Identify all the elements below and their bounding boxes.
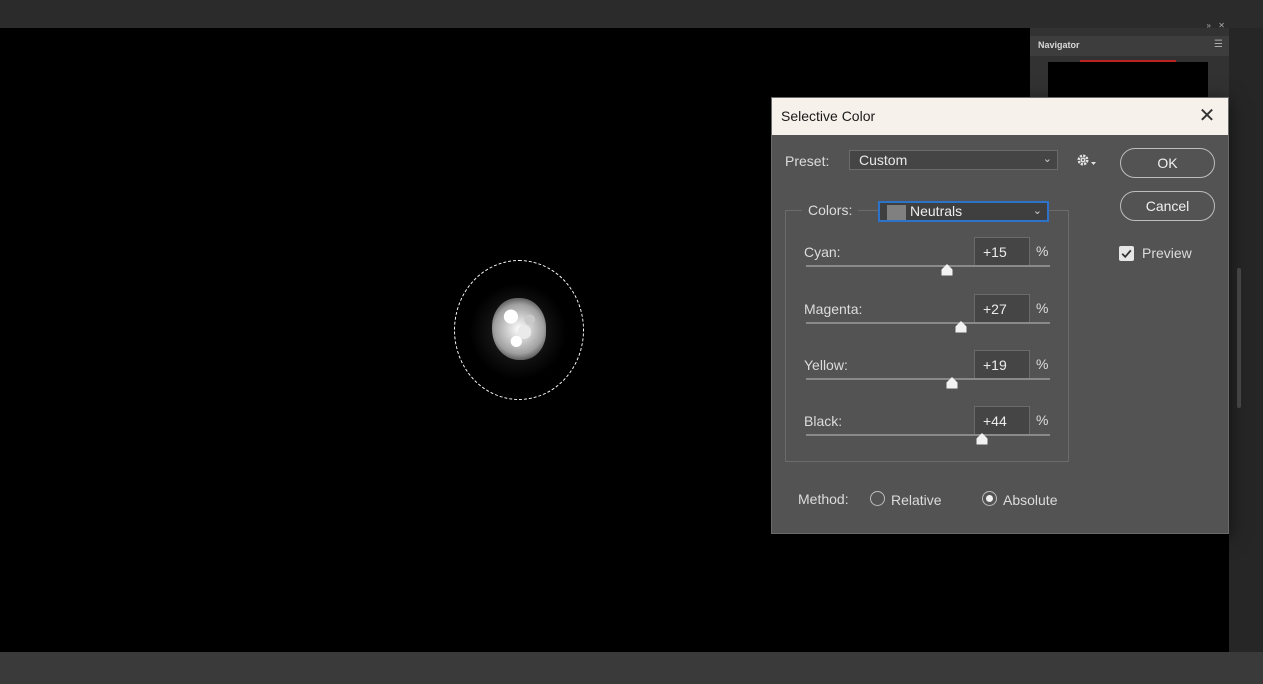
magenta-slider-track[interactable] bbox=[806, 322, 1050, 324]
method-absolute-radio[interactable] bbox=[982, 491, 997, 506]
color-swatch bbox=[887, 205, 906, 220]
cyan-label: Cyan: bbox=[804, 244, 841, 260]
status-bar bbox=[0, 652, 1263, 684]
yellow-slider-track[interactable] bbox=[806, 378, 1050, 380]
checkmark-icon bbox=[1121, 249, 1132, 259]
method-absolute-label: Absolute bbox=[1003, 492, 1058, 508]
panel-close-icon[interactable]: ✕ bbox=[1218, 21, 1225, 30]
black-value-field[interactable]: +44 bbox=[974, 406, 1030, 436]
elliptical-selection-marquee[interactable] bbox=[454, 260, 584, 400]
black-label: Black: bbox=[804, 413, 843, 429]
magenta-slider-thumb[interactable] bbox=[955, 321, 967, 333]
method-relative-label: Relative bbox=[891, 492, 942, 508]
black-slider-thumb[interactable] bbox=[976, 433, 988, 445]
preset-value: Custom bbox=[859, 152, 908, 168]
panel-scrollbar[interactable] bbox=[1237, 268, 1241, 408]
app-top-bar bbox=[0, 0, 1263, 28]
navigator-tab[interactable]: Navigator ☰ bbox=[1030, 36, 1229, 56]
preset-label: Preset: bbox=[785, 153, 830, 169]
cyan-slider-track[interactable] bbox=[806, 265, 1050, 267]
cyan-unit: % bbox=[1036, 243, 1049, 259]
preview-checkbox[interactable] bbox=[1119, 246, 1134, 261]
dialog-title-bar[interactable]: Selective Color ✕ bbox=[772, 98, 1228, 135]
yellow-unit: % bbox=[1036, 356, 1049, 372]
dialog-title: Selective Color bbox=[781, 108, 876, 124]
yellow-slider-thumb[interactable] bbox=[946, 377, 958, 389]
selective-color-dialog: Selective Color ✕ Preset: Custom ⌄ OK Ca… bbox=[771, 97, 1229, 534]
yellow-label: Yellow: bbox=[804, 357, 848, 373]
navigator-view-box[interactable] bbox=[1080, 60, 1176, 62]
cyan-value-field[interactable]: +15 bbox=[974, 237, 1030, 267]
black-slider-track[interactable] bbox=[806, 434, 1050, 436]
cyan-slider-thumb[interactable] bbox=[941, 264, 953, 276]
colors-label: Colors: bbox=[802, 202, 859, 218]
preview-label: Preview bbox=[1142, 245, 1192, 261]
magenta-label: Magenta: bbox=[804, 301, 863, 317]
navigator-panel: » ✕ Navigator ☰ bbox=[1030, 21, 1229, 98]
chevron-down-icon: ⌄ bbox=[1032, 205, 1042, 217]
close-icon[interactable]: ✕ bbox=[1194, 103, 1220, 129]
cancel-button[interactable]: Cancel bbox=[1120, 191, 1215, 221]
gear-icon[interactable] bbox=[1074, 151, 1098, 171]
chevron-down-icon: ⌄ bbox=[1042, 153, 1052, 165]
navigator-title: Navigator bbox=[1038, 40, 1080, 50]
cyan-slider-row: Cyan: +15 % bbox=[804, 237, 1054, 294]
colors-select[interactable]: Neutrals ⌄ bbox=[878, 201, 1049, 222]
navigator-thumbnail[interactable] bbox=[1048, 62, 1208, 98]
black-slider-row: Black: +44 % bbox=[804, 406, 1054, 463]
black-unit: % bbox=[1036, 412, 1049, 428]
colors-value: Neutrals bbox=[910, 203, 963, 219]
magenta-slider-row: Magenta: +27 % bbox=[804, 294, 1054, 351]
right-panel-strip bbox=[1229, 28, 1263, 652]
yellow-value-field[interactable]: +19 bbox=[974, 350, 1030, 380]
magenta-value-field[interactable]: +27 bbox=[974, 294, 1030, 324]
yellow-slider-row: Yellow: +19 % bbox=[804, 350, 1054, 407]
preset-select[interactable]: Custom ⌄ bbox=[849, 150, 1058, 170]
panel-menu-icon[interactable]: ☰ bbox=[1214, 39, 1223, 50]
method-label: Method: bbox=[798, 491, 849, 507]
magenta-unit: % bbox=[1036, 300, 1049, 316]
method-relative-radio[interactable] bbox=[870, 491, 885, 506]
ok-button[interactable]: OK bbox=[1120, 148, 1215, 178]
collapse-icon[interactable]: » bbox=[1207, 21, 1211, 30]
